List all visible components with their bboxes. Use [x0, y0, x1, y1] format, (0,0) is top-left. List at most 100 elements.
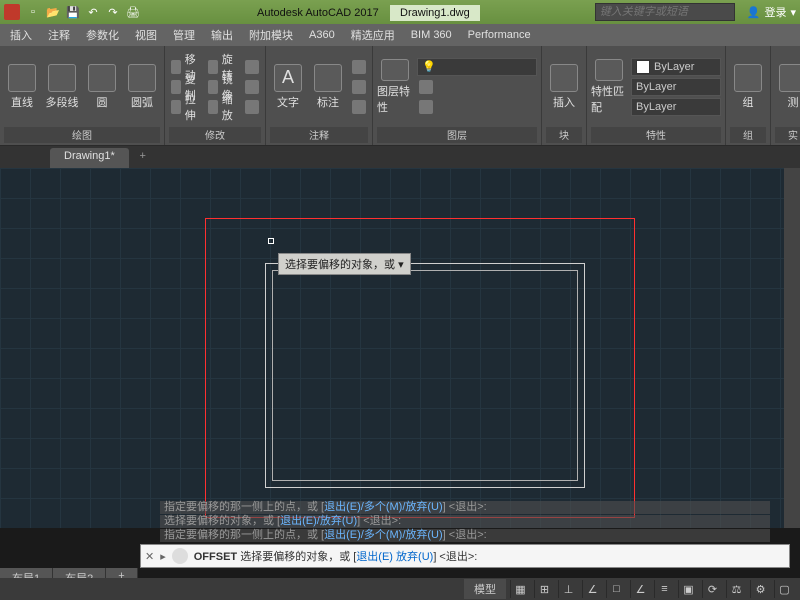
quick-access-toolbar: ▫ 📂 💾 ↶ ↷ 🖨	[24, 4, 142, 20]
tab-view[interactable]: 视图	[129, 25, 163, 45]
group-icon	[734, 64, 762, 92]
panel-title-modify: 修改	[169, 127, 261, 143]
trim-icon	[245, 60, 259, 74]
save-icon[interactable]: 💾	[64, 4, 82, 20]
workspace-button[interactable]: ⚙	[750, 580, 770, 598]
mtext-button[interactable]	[350, 98, 368, 116]
line-icon	[8, 64, 36, 92]
measure-icon	[779, 64, 800, 92]
redo-icon[interactable]: ↷	[104, 4, 122, 20]
panel-title-annotation: 注释	[270, 127, 368, 143]
tab-annotate[interactable]: 注释	[42, 25, 76, 45]
layer-freeze-button[interactable]	[417, 78, 537, 96]
line-button[interactable]: 直线	[4, 59, 40, 115]
snap-toggle[interactable]: ⊞	[534, 580, 554, 598]
scale-icon	[208, 100, 218, 114]
history-line: 选择要偏移的对象，或 [退出(E)/放弃(U)] <退出>:	[160, 515, 770, 528]
match-properties-button[interactable]: 特性匹配	[591, 59, 627, 115]
new-icon[interactable]: ▫	[24, 4, 42, 20]
tab-parametric[interactable]: 参数化	[80, 25, 125, 45]
circle-button[interactable]: 圆	[84, 59, 120, 115]
polyline-icon	[48, 64, 76, 92]
color-dropdown[interactable]: ByLayer	[631, 58, 721, 76]
title-bar: ▫ 📂 💾 ↶ ↷ 🖨 Autodesk AutoCAD 2017 Drawin…	[0, 0, 800, 24]
fillet-button[interactable]	[243, 78, 261, 96]
tab-a360[interactable]: A360	[303, 27, 341, 43]
history-line: 指定要偏移的那一侧上的点，或 [退出(E)/多个(M)/放弃(U)] <退出>:	[160, 501, 770, 514]
tab-performance[interactable]: Performance	[462, 27, 537, 43]
trim-button[interactable]	[243, 58, 261, 76]
tab-output[interactable]: 输出	[205, 25, 239, 45]
lineweight-toggle[interactable]: ≡	[654, 580, 674, 598]
close-icon[interactable]: ✕	[145, 550, 154, 563]
tab-featured[interactable]: 精选应用	[345, 25, 401, 45]
measure-button[interactable]: 测	[775, 59, 800, 115]
panel-layers: 图层特性 💡 图层	[373, 46, 542, 145]
array-icon	[245, 100, 259, 114]
vertical-scrollbar[interactable]	[784, 168, 800, 528]
file-tab-active[interactable]: Drawing1*	[50, 148, 129, 168]
tab-bim360[interactable]: BIM 360	[405, 27, 458, 43]
tab-addins[interactable]: 附加模块	[243, 25, 299, 45]
text-button[interactable]: A文字	[270, 59, 306, 115]
annotation-scale[interactable]: ⚖	[726, 580, 746, 598]
leader-button[interactable]	[350, 58, 368, 76]
insert-block-button[interactable]: 插入	[546, 59, 582, 115]
app-title: Autodesk AutoCAD 2017 Drawing1.dwg	[146, 5, 591, 19]
command-line[interactable]: ✕ ▸ OFFSET 选择要偏移的对象，或 [退出(E) 放弃(U)] <退出>…	[140, 544, 790, 568]
panel-modify: 移动 复制 拉伸 旋转 镜像 缩放 修改	[165, 46, 266, 145]
panel-block: 插入 块	[542, 46, 587, 145]
table-button[interactable]	[350, 78, 368, 96]
match-icon	[595, 59, 623, 81]
app-icon[interactable]	[4, 4, 20, 20]
scale-button[interactable]: 缩放	[206, 98, 239, 116]
search-input[interactable]	[595, 3, 735, 21]
otrack-toggle[interactable]: ∠	[630, 580, 650, 598]
undo-icon[interactable]: ↶	[84, 4, 102, 20]
open-icon[interactable]: 📂	[44, 4, 62, 20]
drawing-canvas[interactable]: 选择要偏移的对象，或 ▾	[0, 168, 800, 528]
print-icon[interactable]: 🖨	[124, 4, 142, 20]
tab-manage[interactable]: 管理	[167, 25, 201, 45]
group-button[interactable]: 组	[730, 59, 766, 115]
array-button[interactable]	[243, 98, 261, 116]
osnap-toggle[interactable]: □	[606, 580, 626, 598]
layer-dropdown[interactable]: 💡	[417, 58, 537, 76]
color-swatch	[636, 60, 650, 74]
grid-toggle[interactable]: ▦	[510, 580, 530, 598]
dropdown-icon[interactable]: ▾	[398, 259, 404, 271]
mirror-icon	[208, 80, 218, 94]
cycling-toggle[interactable]: ⟳	[702, 580, 722, 598]
ribbon: 直线 多段线 圆 圆弧 绘图 移动 复制 拉伸 旋转 镜像 缩放 修改	[0, 46, 800, 146]
panel-properties: 特性匹配 ByLayer ByLayer ByLayer 特性	[587, 46, 726, 145]
panel-title-layers: 图层	[377, 127, 537, 143]
table-icon	[352, 80, 366, 94]
panel-utilities: 测 实	[771, 46, 800, 145]
polar-toggle[interactable]: ∠	[582, 580, 602, 598]
command-icon	[172, 548, 188, 564]
dimension-button[interactable]: 标注	[310, 59, 346, 115]
model-space-button[interactable]: 模型	[464, 579, 506, 599]
pickbox-cursor	[268, 238, 274, 244]
layer-properties-button[interactable]: 图层特性	[377, 59, 413, 115]
ortho-toggle[interactable]: ⊥	[558, 580, 578, 598]
panel-draw: 直线 多段线 圆 圆弧 绘图	[0, 46, 165, 145]
login-button[interactable]: 👤 登录 ▾	[747, 4, 796, 20]
file-tabs: Drawing1* +	[0, 146, 800, 168]
tab-insert[interactable]: 插入	[4, 25, 38, 45]
block-icon	[550, 64, 578, 92]
stretch-icon	[171, 100, 181, 114]
layer-lock-button[interactable]	[417, 98, 537, 116]
clean-screen-button[interactable]: ▢	[774, 580, 794, 598]
new-tab-button[interactable]: +	[133, 150, 153, 168]
leader-icon	[352, 60, 366, 74]
lock-icon	[419, 100, 433, 114]
linetype-dropdown[interactable]: ByLayer	[631, 98, 721, 116]
transparency-toggle[interactable]: ▣	[678, 580, 698, 598]
lineweight-dropdown[interactable]: ByLayer	[631, 78, 721, 96]
panel-groups: 组 组	[726, 46, 771, 145]
arc-button[interactable]: 圆弧	[124, 59, 160, 115]
lightbulb-icon: 💡	[422, 60, 436, 73]
polyline-button[interactable]: 多段线	[44, 59, 80, 115]
stretch-button[interactable]: 拉伸	[169, 98, 202, 116]
